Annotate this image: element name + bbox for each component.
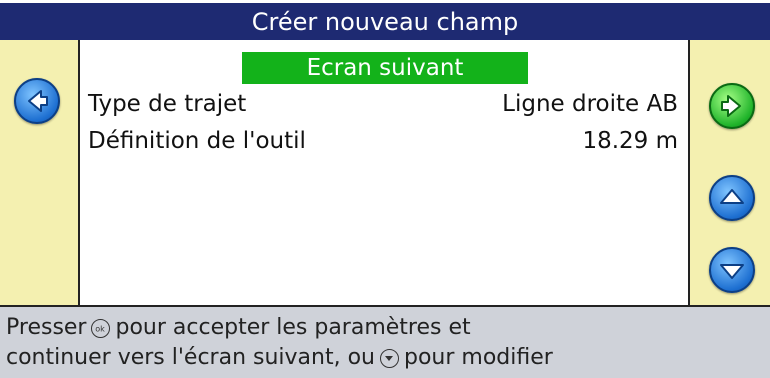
up-button[interactable] [709,175,755,221]
setting-value: 18.29 m [582,128,678,154]
down-key-icon [379,348,399,368]
help-status-bar: Presser ok pour accepter les paramètres … [0,305,770,378]
left-button-rail [0,40,80,305]
help-line-2: continuer vers l'écran suivant, ou pour … [6,343,770,373]
arrow-left-icon [28,90,48,112]
help-text: pour modifier [403,345,553,370]
setting-value: Ligne droite AB [502,91,678,117]
window-title-text: Créer nouveau champ [251,7,519,36]
next-screen-button[interactable]: Ecran suivant [242,52,528,84]
next-screen-label: Ecran suivant [306,55,464,81]
help-text: pour accepter les paramètres et [115,315,471,340]
arrow-right-icon [721,95,741,117]
help-text: Presser [6,315,87,340]
help-line-1: Presser ok pour accepter les paramètres … [6,313,770,343]
setting-label: Type de trajet [88,91,247,117]
settings-panel: Ecran suivant Type de trajet Ligne droit… [80,40,688,305]
setting-row-implement-width[interactable]: Définition de l'outil 18.29 m [88,123,680,159]
next-button[interactable] [709,83,755,129]
ok-button-icon: ok [91,318,111,338]
arrow-up-icon [720,189,744,204]
arrow-down-icon [720,264,744,279]
setting-row-path-type[interactable]: Type de trajet Ligne droite AB [88,86,680,122]
down-button[interactable] [709,247,755,293]
setting-label: Définition de l'outil [88,128,306,154]
back-button[interactable] [14,78,60,124]
help-text: continuer vers l'écran suivant, ou [6,345,375,370]
svg-text:ok: ok [96,324,106,333]
window-title: Créer nouveau champ [0,3,770,40]
right-button-rail [688,40,770,305]
